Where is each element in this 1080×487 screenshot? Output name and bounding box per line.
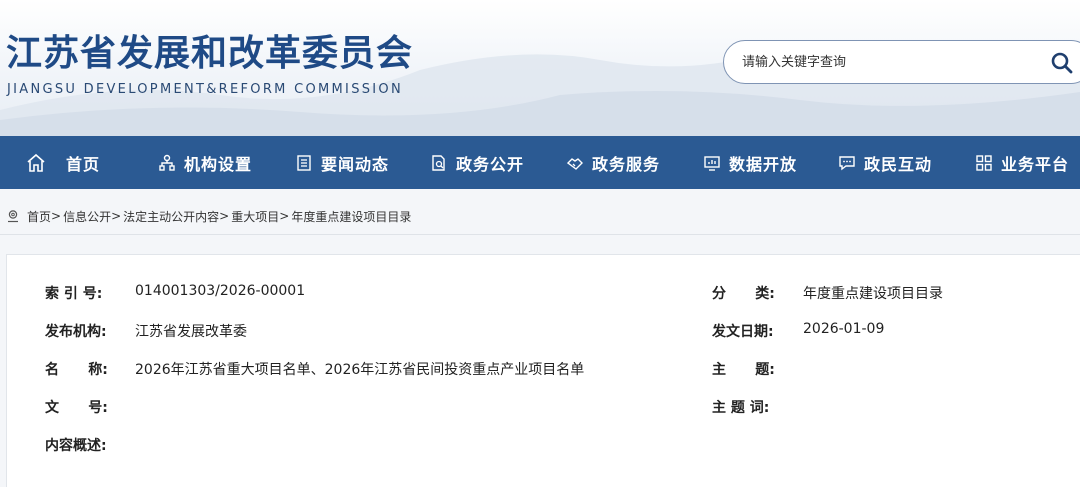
nav-item-home[interactable]: 首页 <box>26 136 100 189</box>
nav-label-platform: 业务平台 <box>1001 154 1070 174</box>
breadcrumb-separator: > <box>51 209 62 223</box>
home-icon <box>27 153 45 172</box>
nav-item-interaction[interactable]: 政民互动 <box>838 136 932 189</box>
chat-icon <box>839 155 855 170</box>
grid-icon <box>976 154 992 171</box>
nav-label-gov-service: 政务服务 <box>592 154 661 174</box>
name-value: 2026年江苏省重大项目名单、2026年江苏省民间投资重点产业项目名单 <box>135 362 585 378</box>
keywords-label: 主 题 词: <box>712 400 770 416</box>
nav-label-news: 要闻动态 <box>321 154 390 174</box>
breadcrumb-info-open[interactable]: 信息公开 <box>63 208 111 225</box>
breadcrumb: 首页 > 信息公开 > 法定主动公开内容 > 重大项目 > 年度重点建设项目目录 <box>6 207 411 225</box>
breadcrumb-separator: > <box>111 209 122 223</box>
breadcrumb-separator: > <box>279 209 290 223</box>
category-value: 年度重点建设项目目录 <box>803 286 943 302</box>
publisher-value: 江苏省发展改革委 <box>135 324 247 340</box>
search-input[interactable] <box>742 52 1042 72</box>
document-info-panel: 索 引 号: 014001303/2026-00001 分 类: 年度重点建设项… <box>6 254 1080 487</box>
breadcrumb-statutory[interactable]: 法定主动公开内容 <box>123 208 219 225</box>
newspaper-icon <box>297 154 311 171</box>
publisher-label: 发布机构: <box>45 324 107 340</box>
site-subtitle: JIANGSU DEVELOPMENT&REFORM COMMISSION <box>7 82 403 97</box>
index-value: 014001303/2026-00001 <box>135 283 306 299</box>
nav-item-news[interactable]: 要闻动态 <box>295 136 389 189</box>
subject-label: 主 题: <box>712 362 775 378</box>
date-label: 发文日期: <box>712 324 774 340</box>
docno-label: 文 号: <box>45 400 108 416</box>
nav-item-org[interactable]: 机构设置 <box>158 136 252 189</box>
site-title: 江苏省发展和改革委员会 <box>6 33 414 74</box>
main-nav: 首页 机构设置 要闻动态 政务公开 政务服务 数据开放 政民互动 业务平台 <box>0 136 1080 189</box>
category-label: 分 类: <box>712 286 775 302</box>
search-box <box>723 40 1080 84</box>
location-icon <box>8 210 18 223</box>
nav-item-data-open[interactable]: 数据开放 <box>703 136 797 189</box>
breadcrumb-home[interactable]: 首页 <box>27 208 51 225</box>
index-label: 索 引 号: <box>45 286 103 302</box>
nav-item-gov-open[interactable]: 政务公开 <box>430 136 524 189</box>
org-chart-icon <box>159 154 175 171</box>
nav-item-gov-service[interactable]: 政务服务 <box>566 136 660 189</box>
summary-label: 内容概述: <box>45 438 107 454</box>
name-label: 名 称: <box>45 362 108 378</box>
site-header: 江苏省发展和改革委员会 JIANGSU DEVELOPMENT&REFORM C… <box>0 0 1080 136</box>
nav-label-data-open: 数据开放 <box>729 154 798 174</box>
breadcrumb-separator: > <box>219 209 230 223</box>
nav-item-platform[interactable]: 业务平台 <box>975 136 1069 189</box>
document-search-icon <box>432 154 445 171</box>
nav-label-gov-open: 政务公开 <box>456 154 525 174</box>
breadcrumb-major-projects[interactable]: 重大项目 <box>231 208 279 225</box>
search-icon[interactable] <box>1050 51 1074 75</box>
nav-label-interaction: 政民互动 <box>864 154 933 174</box>
handshake-icon <box>566 157 583 170</box>
breadcrumb-divider <box>0 234 1080 235</box>
date-value: 2026-01-09 <box>803 321 885 337</box>
data-monitor-icon <box>704 155 720 171</box>
nav-label-org: 机构设置 <box>184 154 253 174</box>
breadcrumb-current[interactable]: 年度重点建设项目目录 <box>291 208 411 225</box>
nav-label-home: 首页 <box>66 154 101 174</box>
